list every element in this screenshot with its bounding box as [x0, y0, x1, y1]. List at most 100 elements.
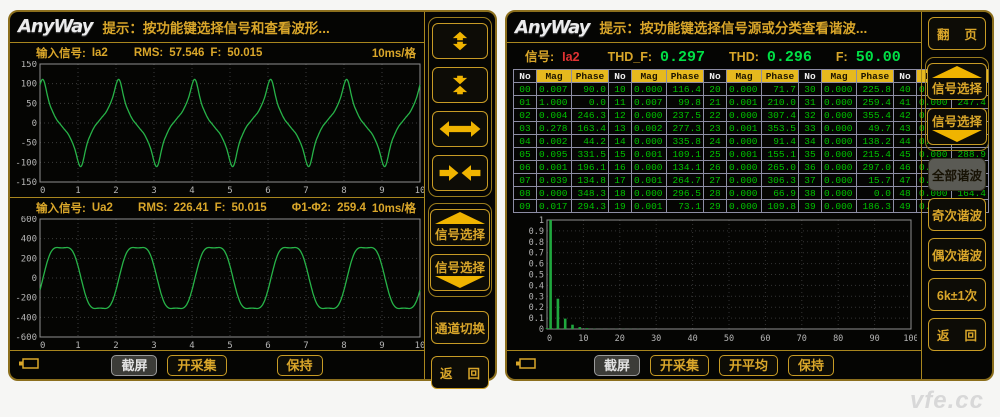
cell-phase: 49.7	[856, 121, 894, 135]
scope1-signal: Ia2	[91, 46, 108, 59]
scope1-rms: 57.546	[169, 46, 205, 59]
svg-text:0.1: 0.1	[529, 314, 544, 324]
cell-no: 01	[513, 95, 537, 109]
col-header-phase: Phase	[856, 69, 894, 83]
back-label-right: 回	[964, 329, 977, 343]
anyway-logo: AnyWay	[18, 16, 93, 38]
vertical-compress-button[interactable]	[432, 67, 488, 103]
col-header-phase: Phase	[571, 69, 609, 83]
svg-text:0: 0	[32, 274, 37, 284]
scale-button-group	[428, 17, 492, 197]
cell-phase: 306.3	[761, 173, 799, 187]
channel-switch-button[interactable]: 通道切换	[431, 311, 489, 344]
svg-text:1: 1	[75, 186, 80, 195]
cell-mag: 0.000	[726, 199, 762, 213]
cell-phase: 225.8	[856, 82, 894, 96]
waveform-panel: AnyWay 提示：按功能键选择信号和查看波形... 输入信号: Ia2 RMS…	[8, 10, 497, 389]
odd-harmonics-button[interactable]: 奇次谐波	[928, 198, 986, 231]
cell-phase: 196.1	[571, 160, 609, 174]
cell-phase: 15.7	[856, 173, 894, 187]
harmonic-table: No Mag Phase No Mag Phase No Mag Phase No Mag Phase…	[513, 69, 989, 213]
svg-text:6: 6	[265, 341, 270, 350]
cell-no: 27	[703, 173, 727, 187]
cell-no: 04	[513, 134, 537, 148]
cell-no: 31	[798, 95, 822, 109]
hold-button[interactable]: 保持	[276, 354, 323, 376]
screenshot-button[interactable]: 截屏	[593, 354, 640, 376]
col-header-no: No	[703, 69, 727, 83]
svg-text:50: 50	[26, 99, 37, 109]
cell-phase: 210.0	[761, 95, 799, 109]
scope1-signal-label: 输入信号:	[36, 47, 86, 60]
battery-icon	[19, 358, 39, 370]
svg-text:9: 9	[379, 186, 384, 195]
start-acquire-button[interactable]: 开采集	[167, 354, 227, 376]
svg-text:-400: -400	[15, 313, 37, 323]
back-button[interactable]: 返 回	[431, 356, 489, 389]
cell-no: 11	[608, 95, 632, 109]
cell-no: 06	[513, 160, 537, 174]
scope2-timebase: 10ms/格	[371, 202, 416, 215]
signal-select-group: 信号选择 信号选择	[428, 203, 492, 297]
page-label-right: 页	[964, 28, 977, 42]
cell-no: 10	[608, 82, 632, 96]
cell-no: 14	[608, 134, 632, 148]
cell-no: 02	[513, 108, 537, 122]
vertical-expand-button[interactable]	[432, 23, 488, 59]
cell-phase: 348.3	[571, 186, 609, 200]
horizontal-compress-button[interactable]	[432, 155, 488, 191]
table-row: 04 0.002 44.2 14 0.000 335.8 24 0.000 91.4 34 0.00…	[513, 134, 989, 148]
cell-mag: 0.039	[536, 173, 572, 187]
svg-text:0.7: 0.7	[529, 249, 544, 259]
signal-select-up-button[interactable]: 信号选择	[430, 209, 490, 246]
hold-button[interactable]: 保持	[788, 354, 835, 376]
cell-mag: 0.000	[821, 173, 857, 187]
cell-no: 36	[798, 160, 822, 174]
table-row: 07 0.039 134.8 17 0.001 264.7 27 0.000 306.3 37 0.…	[513, 173, 989, 187]
svg-text:20: 20	[615, 334, 625, 344]
col-header-mag: Mag	[631, 69, 667, 83]
thd-label: THD:	[729, 50, 759, 64]
svg-text:3: 3	[151, 341, 156, 350]
cell-mag: 0.001	[631, 199, 667, 213]
scope2-rms-label: RMS:	[138, 201, 168, 214]
cell-mag: 0.000	[821, 186, 857, 200]
svg-text:8: 8	[341, 186, 346, 195]
all-harmonics-button[interactable]: 全部谐波	[928, 158, 986, 191]
thdf-value: 0.297	[660, 49, 706, 66]
start-average-button[interactable]: 开平均	[719, 354, 779, 376]
signal-select-up-label: 信号选择	[434, 228, 485, 242]
svg-text:5: 5	[227, 186, 232, 195]
start-acquire-button[interactable]: 开采集	[649, 354, 709, 376]
signal-select-up-label: 信号选择	[931, 82, 982, 96]
signal-select-up-button[interactable]: 信号选择	[927, 63, 987, 100]
cell-phase: 163.4	[571, 121, 609, 135]
cell-no: 29	[703, 199, 727, 213]
svg-text:150: 150	[21, 61, 37, 70]
scope2-rms: 226.41	[173, 201, 209, 214]
even-harmonics-button[interactable]: 偶次谐波	[928, 238, 986, 271]
signal-select-down-button[interactable]: 信号选择	[430, 254, 490, 291]
signal-select-down-button[interactable]: 信号选择	[927, 108, 987, 145]
horizontal-expand-button[interactable]	[432, 111, 488, 147]
page-flip-button[interactable]: 翻 页	[928, 17, 986, 50]
cell-mag: 0.002	[536, 134, 572, 148]
signal-select-group: 信号选择 信号选择	[925, 57, 989, 151]
cell-phase: 186.3	[856, 199, 894, 213]
scope1-plot: 0 1 2 3 4 5 6 7 8 9 10 150 100 50 0 -50 -100 -150	[15, 61, 424, 195]
6k-plus-minus-1-button[interactable]: 6k±1次	[928, 278, 986, 311]
cell-mag: 0.095	[536, 147, 572, 161]
svg-text:0: 0	[32, 119, 37, 129]
cell-phase: 90.0	[571, 82, 609, 96]
back-button[interactable]: 返 回	[928, 318, 986, 351]
screenshot-button[interactable]: 截屏	[111, 354, 158, 376]
thdf-label: THD_F:	[607, 50, 653, 64]
svg-text:0.9: 0.9	[529, 227, 544, 237]
svg-text:2: 2	[113, 186, 118, 195]
cell-mag: 0.000	[821, 108, 857, 122]
scope2-info: 输入信号: Ua2 RMS: 226.41 F: 50.015 Φ1-Φ2: 2…	[10, 196, 424, 216]
svg-text:400: 400	[21, 235, 37, 245]
header-bar: AnyWay 提示：按功能键选择信号和查看波形...	[10, 12, 424, 43]
harmonics-panel: AnyWay 提示：按功能键选择信号源或分类查看谐波... 信号: Ia2 TH…	[505, 10, 994, 381]
svg-text:10: 10	[415, 186, 424, 195]
